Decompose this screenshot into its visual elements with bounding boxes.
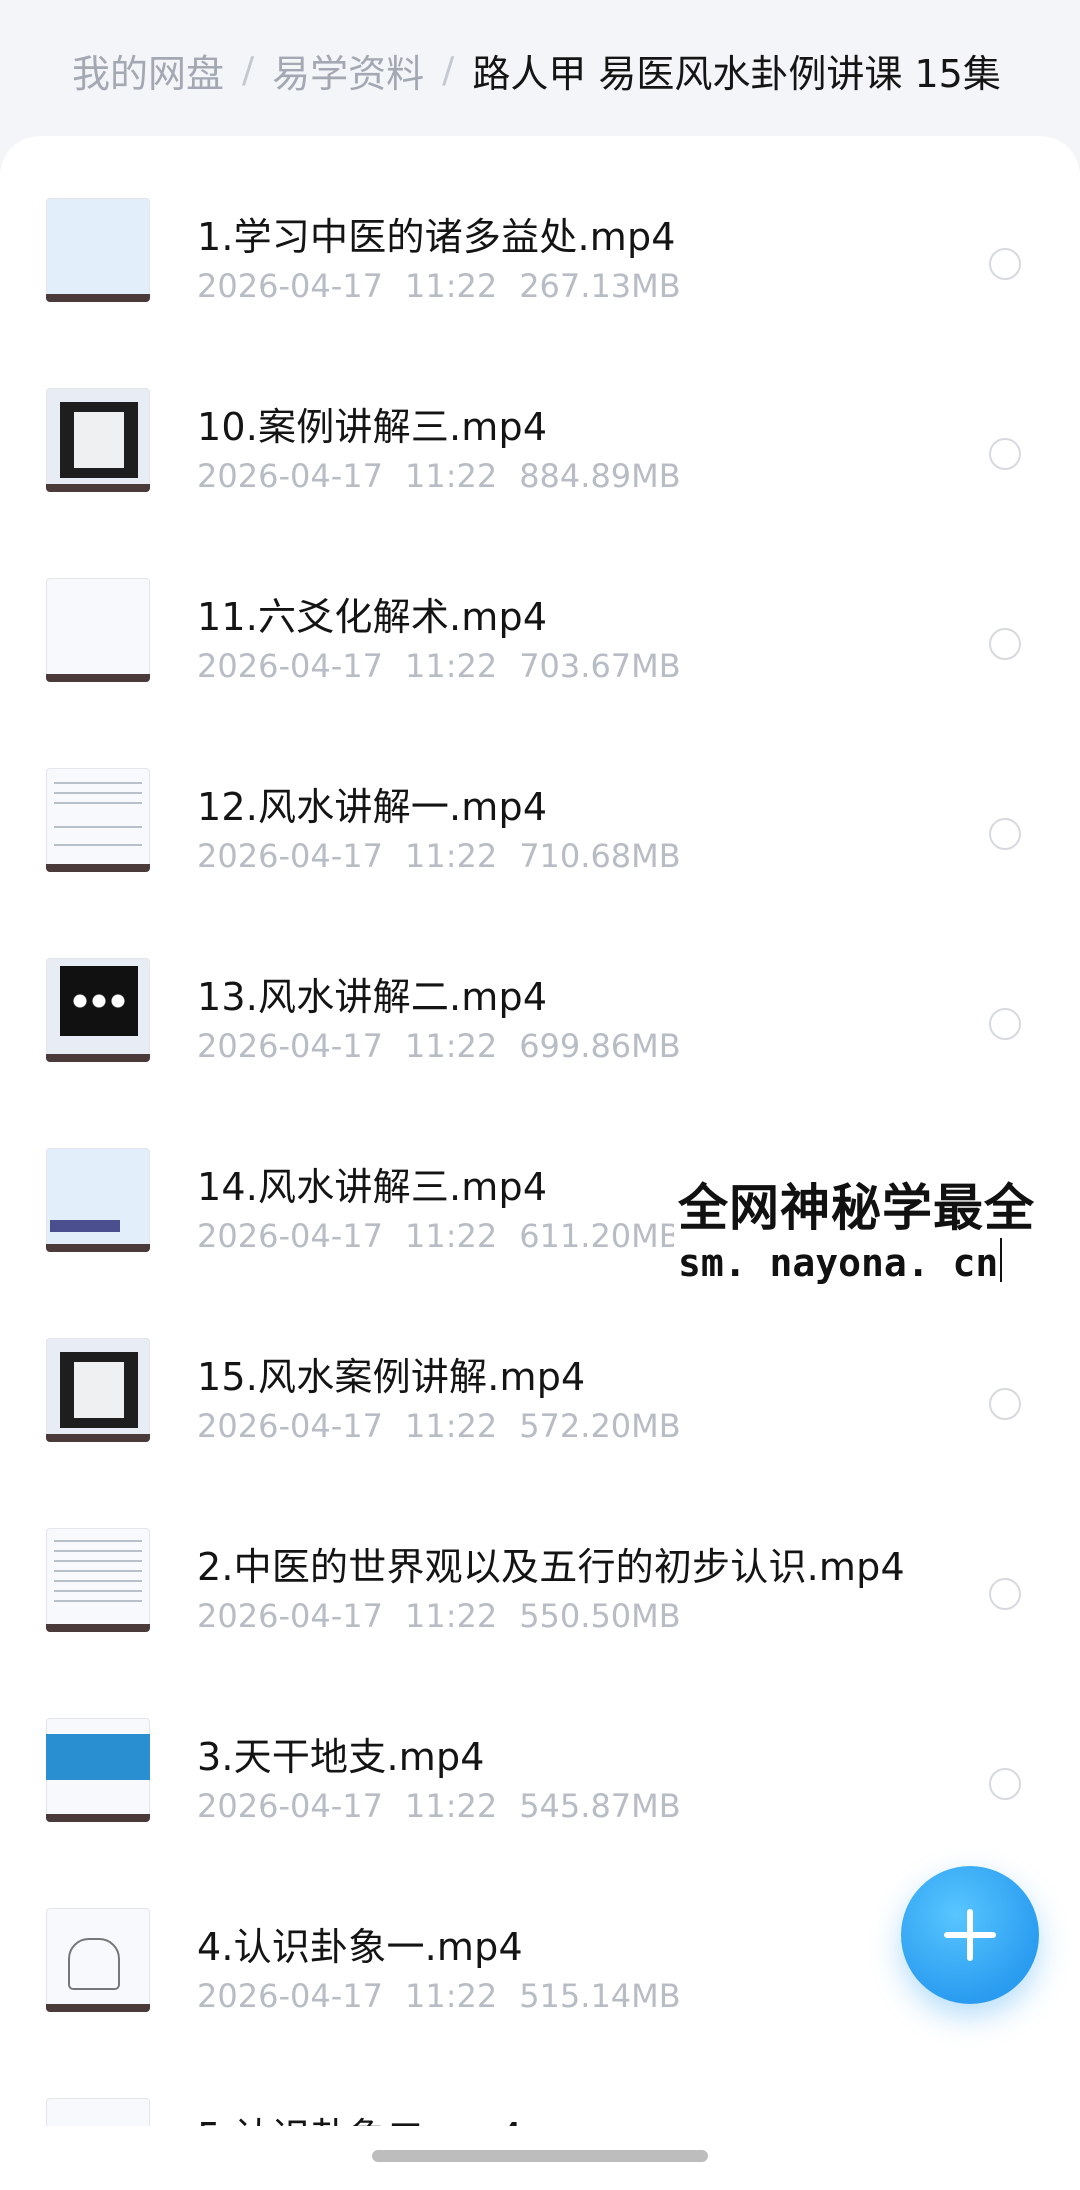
video-thumbnail [46, 1338, 150, 1442]
file-list[interactable]: 1.学习中医的诸多益处.mp4 2026-04-17 11:22 267.13MB … [0, 136, 1080, 2126]
file-name: 1.学习中医的诸多益处.mp4 [197, 215, 676, 259]
file-date: 2026-04-17 [197, 457, 383, 495]
file-item[interactable]: 11.六爻化解术.mp4 2026-04-17 11:22 703.67MB [0, 516, 1080, 706]
select-radio[interactable] [989, 628, 1021, 660]
video-thumbnail [46, 388, 150, 492]
file-size: 710.68MB [519, 837, 681, 875]
file-time: 11:22 [404, 1787, 498, 1825]
file-time: 11:22 [404, 1407, 498, 1445]
file-date: 2026-04-17 [197, 647, 383, 685]
file-item[interactable]: 12.风水讲解一.mp4 2026-04-17 11:22 710.68MB [0, 706, 1080, 896]
file-item[interactable]: 5.认识卦象二.mp4 [0, 2036, 1080, 2126]
select-radio[interactable] [989, 1578, 1021, 1610]
file-meta: 2026-04-17 11:22 611.20MB [197, 1217, 681, 1255]
breadcrumb: 我的网盘 / 易学资料 / 路人甲 易医风水卦例讲课 15集 [72, 40, 1001, 100]
file-name: 3.天干地支.mp4 [197, 1735, 485, 1779]
file-time: 11:22 [404, 1597, 498, 1635]
video-thumbnail [46, 1718, 150, 1822]
file-date: 2026-04-17 [197, 1597, 383, 1635]
file-time: 11:22 [404, 1027, 498, 1065]
video-thumbnail [46, 1528, 150, 1632]
file-size: 611.20MB [519, 1217, 681, 1255]
breadcrumb-item-my-drive[interactable]: 我的网盘 [72, 43, 224, 98]
file-time: 11:22 [404, 267, 498, 305]
file-size: 884.89MB [519, 457, 681, 495]
text-cursor [1000, 1238, 1003, 1282]
file-item[interactable]: 2.中医的世界观以及五行的初步认识.mp4 2026-04-17 11:22 550… [0, 1466, 1080, 1656]
video-thumbnail [46, 768, 150, 872]
watermark-url: sm. nayona. cn [678, 1238, 1003, 1285]
file-date: 2026-04-17 [197, 1407, 383, 1445]
file-date: 2026-04-17 [197, 1977, 383, 2015]
file-size: 545.87MB [519, 1787, 681, 1825]
file-name: 12.风水讲解一.mp4 [197, 785, 548, 829]
file-meta: 2026-04-17 11:22 515.14MB [197, 1977, 681, 2015]
watermark-overlay: 全网神秘学最全 sm. nayona. cn [674, 1168, 1080, 1288]
home-indicator[interactable] [372, 2150, 708, 2162]
file-item[interactable]: 3.天干地支.mp4 2026-04-17 11:22 545.87MB [0, 1656, 1080, 1846]
file-date: 2026-04-17 [197, 267, 383, 305]
file-size: 572.20MB [519, 1407, 681, 1445]
select-radio[interactable] [989, 1388, 1021, 1420]
video-thumbnail [46, 198, 150, 302]
file-time: 11:22 [404, 457, 498, 495]
file-size: 515.14MB [519, 1977, 681, 2015]
file-size: 699.86MB [519, 1027, 681, 1065]
file-meta: 2026-04-17 11:22 710.68MB [197, 837, 681, 875]
file-meta: 2026-04-17 11:22 550.50MB [197, 1597, 681, 1635]
file-meta: 2026-04-17 11:22 572.20MB [197, 1407, 681, 1445]
add-button[interactable] [901, 1866, 1039, 2004]
file-item[interactable]: 10.案例讲解三.mp4 2026-04-17 11:22 884.89MB [0, 326, 1080, 516]
file-name: 5.认识卦象二.mp4 [197, 2106, 523, 2126]
breadcrumb-current-folder: 路人甲 易医风水卦例讲课 15集 [472, 51, 1001, 96]
file-size: 267.13MB [519, 267, 681, 305]
video-thumbnail [46, 958, 150, 1062]
watermark-text: 全网神秘学最全 [678, 1179, 1035, 1237]
file-meta: 2026-04-17 11:22 267.13MB [197, 267, 681, 305]
breadcrumb-item-yixue[interactable]: 易学资料 [272, 43, 424, 98]
select-radio[interactable] [989, 1768, 1021, 1800]
video-thumbnail [46, 578, 150, 682]
video-thumbnail [46, 1908, 150, 2012]
file-date: 2026-04-17 [197, 1027, 383, 1065]
file-date: 2026-04-17 [197, 1217, 383, 1255]
watermark-url-text: sm. nayona. cn [678, 1241, 999, 1285]
file-meta: 2026-04-17 11:22 699.86MB [197, 1027, 681, 1065]
file-time: 11:22 [404, 647, 498, 685]
file-date: 2026-04-17 [197, 1787, 383, 1825]
file-meta: 2026-04-17 11:22 703.67MB [197, 647, 681, 685]
file-meta: 2026-04-17 11:22 884.89MB [197, 457, 681, 495]
select-radio[interactable] [989, 438, 1021, 470]
file-name: 14.风水讲解三.mp4 [197, 1165, 548, 1209]
file-list-card: 1.学习中医的诸多益处.mp4 2026-04-17 11:22 267.13MB … [0, 136, 1080, 2190]
breadcrumb-separator: / [242, 49, 255, 91]
file-size: 550.50MB [519, 1597, 681, 1635]
select-radio[interactable] [989, 818, 1021, 850]
file-time: 11:22 [404, 1217, 498, 1255]
file-meta: 2026-04-17 11:22 545.87MB [197, 1787, 681, 1825]
select-radio[interactable] [989, 1008, 1021, 1040]
video-thumbnail [46, 1148, 150, 1252]
file-name: 11.六爻化解术.mp4 [197, 595, 548, 639]
plus-icon [944, 1909, 996, 1961]
video-thumbnail [46, 2098, 150, 2126]
file-name: 10.案例讲解三.mp4 [197, 405, 548, 449]
file-name: 2.中医的世界观以及五行的初步认识.mp4 [197, 1545, 905, 1589]
file-date: 2026-04-17 [197, 837, 383, 875]
file-item[interactable]: 15.风水案例讲解.mp4 2026-04-17 11:22 572.20MB [0, 1276, 1080, 1466]
select-radio[interactable] [989, 248, 1021, 280]
file-time: 11:22 [404, 837, 498, 875]
file-name: 15.风水案例讲解.mp4 [197, 1355, 586, 1399]
file-name: 4.认识卦象一.mp4 [197, 1925, 523, 1969]
file-item[interactable]: 1.学习中医的诸多益处.mp4 2026-04-17 11:22 267.13MB [0, 136, 1080, 326]
file-name: 13.风水讲解二.mp4 [197, 975, 548, 1019]
file-item[interactable]: 13.风水讲解二.mp4 2026-04-17 11:22 699.86MB [0, 896, 1080, 1086]
breadcrumb-separator: / [442, 49, 455, 91]
file-size: 703.67MB [519, 647, 681, 685]
file-time: 11:22 [404, 1977, 498, 2015]
